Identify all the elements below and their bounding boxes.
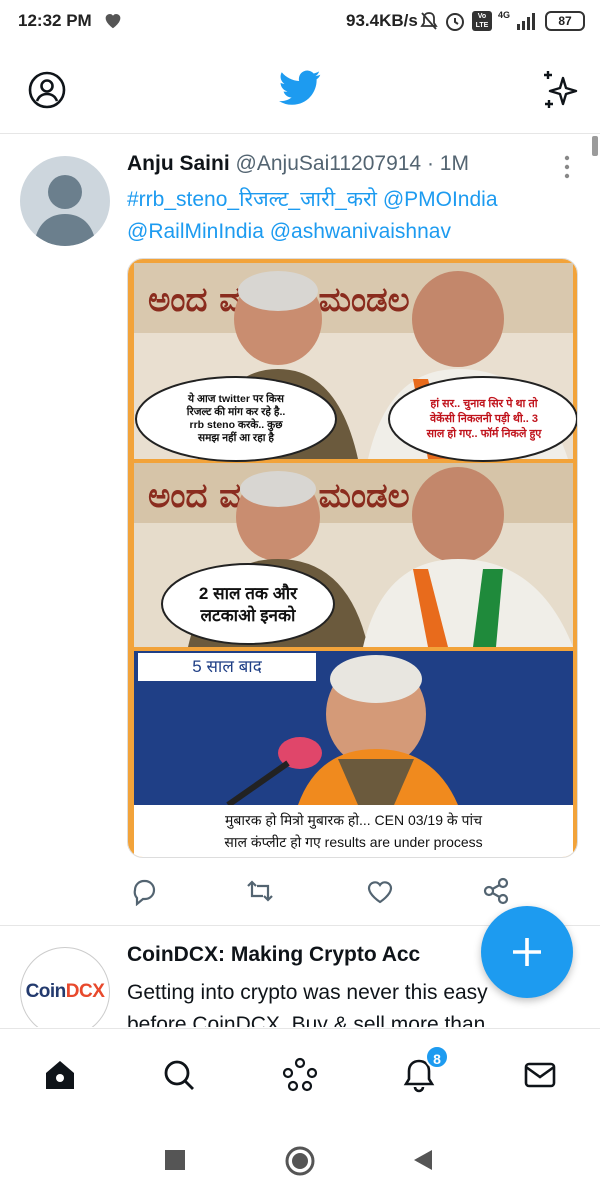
- sparkle-icon[interactable]: [537, 68, 581, 112]
- default-avatar-icon: [34, 175, 96, 246]
- app-top-bar: [0, 44, 600, 134]
- bubble-line: rrb steno करके.. कुछ: [189, 419, 283, 431]
- notification-badge: 8: [425, 1045, 449, 1069]
- separator-dot: ·: [426, 152, 434, 175]
- mute-icon: [420, 12, 438, 30]
- bubble-line: वेकेंसी निकलनी पड़ी थी.. 3: [430, 413, 538, 425]
- heart-icon: [105, 14, 121, 29]
- bubble-panel1-left: ये आज twitter पर किस रिजल्ट की मांग कर र…: [144, 393, 328, 445]
- system-navigation-bar: [0, 1120, 600, 1200]
- author-name[interactable]: Anju Saini: [127, 152, 230, 175]
- logo-text-coin: Coin: [25, 981, 67, 1002]
- panel3-label: 5 साल बाद: [192, 657, 262, 676]
- meme-image: ಅಂದ ಮಂಡಳ ಮಂಡಲ ಅಂದ ಮಂಡಳ ಮಂಡಲ: [128, 259, 577, 857]
- retweet-icon[interactable]: [245, 876, 275, 906]
- bubble-line: 2 साल तक और: [198, 584, 298, 603]
- compose-plus-icon: [513, 938, 541, 966]
- tweet-time: 1M: [439, 152, 469, 175]
- author-handle[interactable]: @AnjuSai11207914: [236, 152, 422, 175]
- spaces-icon[interactable]: [282, 1057, 318, 1093]
- status-bar: 12:32 PM 93.4KB/s Vo LTE 4G 87: [0, 0, 600, 44]
- bottom-navigation: [0, 1028, 600, 1120]
- bubble-panel2: 2 साल तक और लटकाओ इनको: [168, 583, 328, 627]
- promo-body-line: before CoinDCX. Buy & sell more than: [127, 1013, 486, 1027]
- promo-title[interactable]: CoinDCX: Making Crypto Acc: [127, 943, 420, 967]
- tweet-text-line[interactable]: #rrb_steno_रिजल्ट_जारी_करो @PMOIndia: [127, 184, 567, 216]
- tweet-text: #rrb_steno_रिजल्ट_जारी_करो @PMOIndia @Ra…: [127, 184, 567, 248]
- caption-line: साल कंप्लीट हो गए results are under proc…: [224, 834, 483, 850]
- signal-label: 4G: [498, 10, 511, 20]
- battery-level: 87: [558, 14, 572, 28]
- back-icon[interactable]: [412, 1148, 434, 1172]
- home-circle-icon[interactable]: [285, 1146, 315, 1176]
- home-icon[interactable]: [42, 1057, 78, 1093]
- status-icons: Vo LTE 4G: [420, 8, 538, 34]
- share-icon[interactable]: [481, 876, 511, 906]
- bubble-line: रिजल्ट की मांग कर रहे है..: [186, 406, 286, 418]
- reply-icon[interactable]: [129, 876, 159, 906]
- bubble-line: लटकाओ इनको: [200, 606, 296, 625]
- recent-apps-icon[interactable]: [165, 1150, 185, 1170]
- search-icon[interactable]: [161, 1057, 197, 1093]
- author-avatar[interactable]: [20, 156, 110, 246]
- bubble-line: समझ नहीं आ रहा है: [197, 432, 274, 444]
- battery-icon: 87: [545, 11, 585, 31]
- volte-icon: Vo LTE: [472, 11, 492, 31]
- tweet-actions: [127, 876, 527, 912]
- more-options-icon[interactable]: [560, 154, 574, 180]
- network-speed: 93.4KB/s: [346, 11, 418, 30]
- compose-tweet-button[interactable]: [481, 906, 573, 998]
- tweet-header: Anju Saini @AnjuSai11207914 · 1M: [127, 152, 557, 176]
- tweet-text-line[interactable]: @RailMinIndia @ashwanivaishnav: [127, 216, 567, 248]
- logo-text-dcx: DCX: [65, 981, 105, 1002]
- meme-caption: मुबारक हो मित्रो मुबारक हो... CEN 03/19 …: [136, 809, 571, 853]
- profile-icon[interactable]: [28, 71, 66, 109]
- bubble-line: हां सर.. चुनाव सिर पे था तो: [430, 398, 538, 410]
- tweet-media-image[interactable]: ಅಂದ ಮಂಡಳ ಮಂಡಲ ಅಂದ ಮಂಡಳ ಮಂಡಲ: [127, 258, 578, 858]
- coindcx-logo[interactable]: Coin DCX: [20, 947, 110, 1027]
- status-time: 12:32 PM: [18, 11, 92, 30]
- twitter-bird-icon[interactable]: [279, 70, 321, 106]
- like-icon[interactable]: [365, 876, 395, 906]
- bubble-panel1-right: हां सर.. चुनाव सिर पे था तो वेकेंसी निकल…: [396, 397, 572, 442]
- signal-icon: [517, 13, 536, 30]
- caption-line: मुबारक हो मित्रो मुबारक हो... CEN 03/19 …: [224, 812, 482, 828]
- tweet-card[interactable]: Anju Saini @AnjuSai11207914 · 1M #rrb_st…: [0, 136, 600, 926]
- bubble-line: ये आज twitter पर किस: [188, 393, 284, 405]
- bubble-line: साल हो गए.. फॉर्म निकले हुए: [426, 428, 542, 440]
- messages-icon[interactable]: [522, 1057, 558, 1093]
- alarm-icon: [446, 13, 464, 31]
